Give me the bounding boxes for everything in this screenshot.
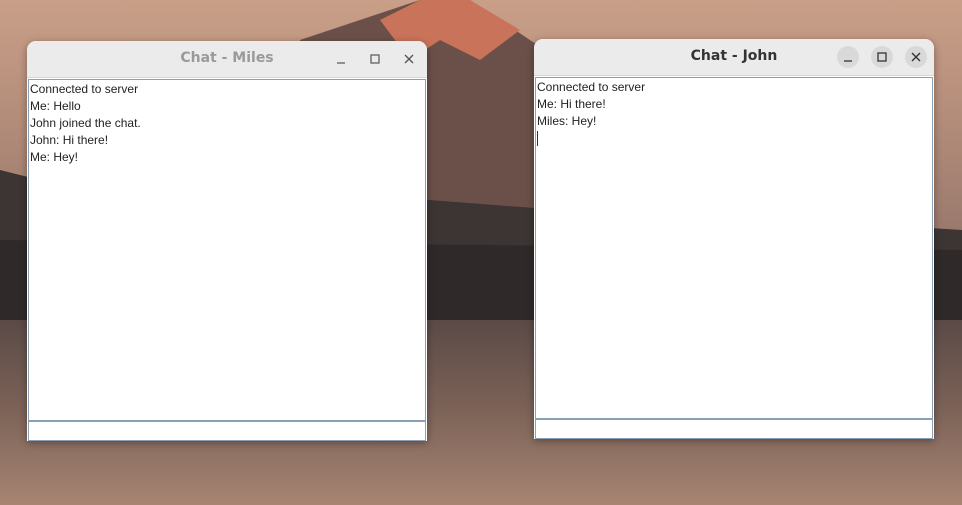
close-button[interactable] — [398, 48, 420, 70]
maximize-button[interactable] — [364, 48, 386, 70]
close-button[interactable] — [905, 46, 927, 68]
chat-message: Me: Hi there! — [537, 97, 606, 111]
chat-message: John joined the chat. — [30, 116, 141, 130]
chat-log[interactable]: Connected to server Me: Hello John joine… — [28, 79, 426, 421]
minimize-icon — [844, 60, 852, 62]
minimize-button[interactable] — [330, 48, 352, 70]
chat-message: Me: Hello — [30, 99, 81, 113]
chat-message: Connected to server — [537, 80, 646, 94]
chat-message: Miles: Hey! — [537, 114, 597, 128]
close-icon — [911, 52, 921, 62]
text-caret — [537, 131, 538, 146]
window-titlebar[interactable]: Chat - John — [534, 39, 934, 76]
chat-window-miles: Chat - Miles Connected to server Me: Hel… — [27, 41, 427, 441]
chat-message: Me: Hey! — [30, 150, 79, 164]
chat-window-john: Chat - John Connected to server Me: Hi t… — [534, 39, 934, 439]
maximize-button[interactable] — [871, 46, 893, 68]
maximize-icon — [877, 52, 887, 62]
window-titlebar[interactable]: Chat - Miles — [27, 41, 427, 78]
message-input[interactable] — [535, 419, 933, 439]
minimize-button[interactable] — [837, 46, 859, 68]
chat-message: Connected to server — [30, 82, 139, 96]
maximize-icon — [370, 54, 380, 64]
chat-message: John: Hi there! — [30, 133, 109, 147]
close-icon — [404, 54, 414, 64]
chat-log[interactable]: Connected to server Me: Hi there! Miles:… — [535, 77, 933, 419]
message-input[interactable] — [28, 421, 426, 441]
minimize-icon — [337, 62, 345, 64]
